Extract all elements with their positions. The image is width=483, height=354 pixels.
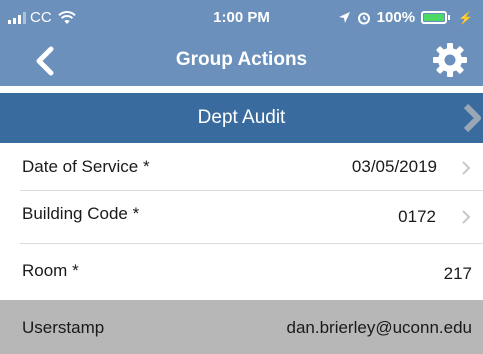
location-icon (338, 12, 350, 23)
charging-icon: ⚡ (458, 10, 473, 25)
field-value: 03/05/2019 (351, 157, 437, 176)
field-row-date-of-service[interactable]: Date of Service * 03/05/2019 (0, 143, 483, 190)
gear-icon[interactable] (432, 42, 468, 78)
field-value: dan.brierley@uconn.edu (286, 318, 473, 337)
battery-icon (421, 11, 451, 24)
field-label: Building Code * (22, 204, 140, 223)
page-title: Group Actions (175, 49, 308, 70)
chevron-right-icon (462, 210, 471, 224)
section-header[interactable]: Dept Audit (0, 93, 483, 143)
navigation-bar: Group Actions (0, 34, 483, 86)
status-right: 100% ⚡ (338, 9, 473, 26)
field-row-userstamp: Userstamp dan.brierley@uconn.edu (0, 300, 483, 354)
field-row-building-code[interactable]: Building Code * 0172 (0, 191, 483, 243)
battery-fill (424, 14, 445, 21)
field-label: Room * (22, 261, 79, 280)
chevron-right-icon[interactable] (461, 102, 483, 134)
field-value: 0172 (398, 207, 436, 226)
alarm-icon (357, 12, 370, 24)
section-title: Dept Audit (197, 107, 286, 128)
field-label: Userstamp (22, 318, 105, 337)
chevron-right-icon (462, 161, 471, 175)
field-row-room[interactable]: Room * 217 (0, 244, 483, 299)
field-label: Date of Service * (22, 157, 150, 176)
battery-percent: 100% (376, 9, 416, 26)
status-bar: CC 1:00 PM 100% ⚡ (0, 0, 483, 34)
field-value: 217 (443, 264, 472, 283)
